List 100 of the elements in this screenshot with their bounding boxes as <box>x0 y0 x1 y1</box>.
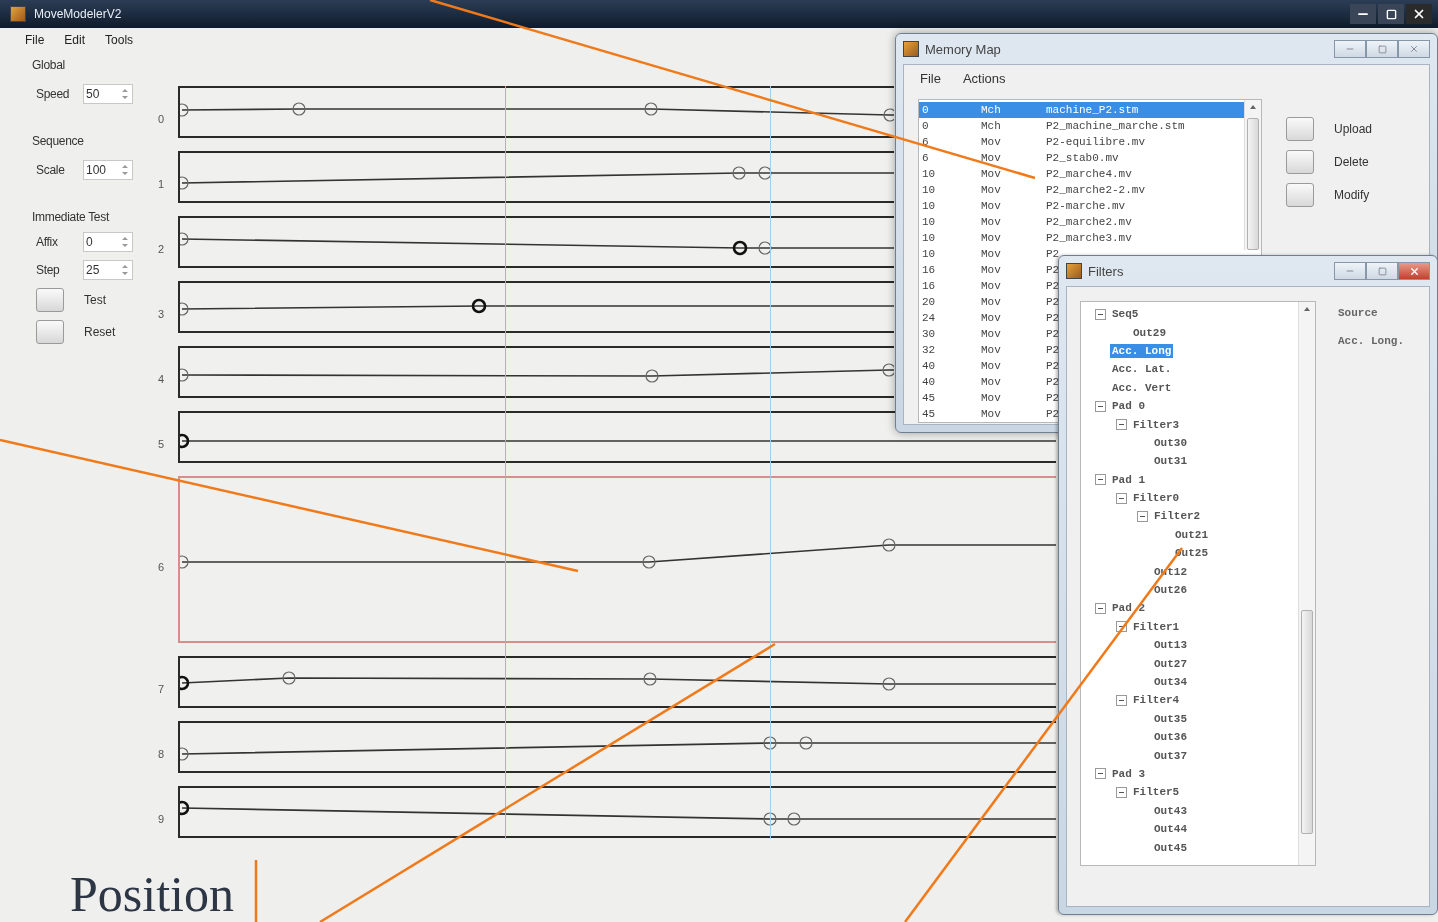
track-lane[interactable] <box>178 216 894 268</box>
action-button[interactable]: Reset <box>32 320 150 344</box>
track-lane[interactable] <box>178 346 894 398</box>
list-row[interactable]: 0 Mch P2_machine_marche.stm <box>919 118 1185 134</box>
list-cell-text: Mov <box>980 216 1002 228</box>
tree-item[interactable]: Out36 <box>1152 730 1189 745</box>
list-row[interactable]: 24 Mov P2 <box>919 310 1060 326</box>
list-row[interactable]: 10 Mov P2_marche2.mv <box>919 214 1132 230</box>
number-field[interactable]: 50 <box>83 84 133 104</box>
list-cell-text: Mov <box>980 280 1002 292</box>
list-cell-text: Mov <box>980 184 1002 196</box>
list-row[interactable]: 40 Mov P2 <box>919 358 1060 374</box>
track-lane[interactable] <box>178 476 1056 643</box>
collapse-icon[interactable] <box>1116 492 1127 504</box>
track-lane[interactable] <box>178 656 1056 708</box>
tree-item[interactable]: Filter1 <box>1131 619 1182 634</box>
action-button[interactable]: Upload <box>1282 117 1373 141</box>
close-icon[interactable] <box>1412 7 1426 21</box>
scrollbar[interactable] <box>1298 302 1315 865</box>
list-cell-text: 10 <box>921 200 937 212</box>
collapse-icon[interactable] <box>1116 786 1127 798</box>
action-button[interactable]: Modify <box>1282 183 1373 207</box>
list-row[interactable]: 40 Mov P2 <box>919 374 1060 390</box>
list-row[interactable]: 10 Mov P2_marche4.mv <box>919 166 1132 182</box>
list-row[interactable]: 6 Mov P2-equilibre.mv <box>919 134 1146 150</box>
tree-item[interactable]: Pad 1 <box>1110 472 1147 487</box>
tree-item[interactable]: Acc. Vert <box>1110 380 1174 395</box>
list-row[interactable]: 16 Mov P2 <box>919 278 1060 294</box>
collapse-icon[interactable] <box>1137 511 1148 522</box>
collapse-icon[interactable] <box>1116 694 1127 706</box>
track-lane[interactable] <box>178 786 1056 838</box>
tree-item[interactable]: Seq5 <box>1110 307 1141 322</box>
close-button[interactable] <box>1406 4 1432 24</box>
tree-item[interactable]: Out44 <box>1152 822 1189 837</box>
list-row[interactable]: 45 Mov P2 <box>919 390 1060 406</box>
maximize-button[interactable] <box>1378 4 1404 24</box>
track-lane[interactable] <box>178 411 1056 463</box>
collapse-icon[interactable] <box>1095 308 1106 320</box>
action-button[interactable]: Test <box>32 288 150 312</box>
tree-item[interactable]: Pad 3 <box>1110 766 1147 781</box>
collapse-icon[interactable] <box>1116 621 1127 633</box>
number-field[interactable]: 100 <box>83 160 133 180</box>
tree-item[interactable]: Pad 0 <box>1110 399 1147 414</box>
tree-item[interactable]: Out31 <box>1152 454 1189 469</box>
tree-item[interactable]: Out37 <box>1152 748 1189 763</box>
tree-item[interactable]: Filter2 <box>1152 509 1203 524</box>
list-row[interactable]: 32 Mov P2 <box>919 342 1060 358</box>
list-row[interactable]: 20 Mov P2 <box>919 294 1060 310</box>
tree-item[interactable]: Out21 <box>1173 527 1210 542</box>
list-row[interactable]: 16 Mov P2 <box>919 262 1060 278</box>
tree-item[interactable]: Acc. Lat. <box>1110 362 1174 377</box>
collapse-icon[interactable] <box>1095 768 1106 780</box>
tree-item[interactable]: Out27 <box>1152 656 1189 671</box>
tree-item[interactable]: Filter4 <box>1131 693 1182 708</box>
list-cell-text: Mch <box>980 104 1002 116</box>
tree-item[interactable]: Out30 <box>1152 435 1189 450</box>
menu-item[interactable]: File <box>25 33 45 47</box>
track-number: 8 <box>157 747 166 760</box>
list-cell-text: 6 <box>921 152 930 164</box>
tree-item[interactable]: Out26 <box>1152 583 1189 598</box>
tree-item[interactable]: Filter0 <box>1131 491 1182 506</box>
track-number: 3 <box>157 307 166 320</box>
scrollbar[interactable] <box>1244 100 1261 250</box>
list-cell-text: P2-marche.mv <box>1045 200 1126 212</box>
tree-item[interactable]: Out29 <box>1131 325 1168 340</box>
collapse-icon[interactable] <box>1116 419 1127 431</box>
track-lane[interactable] <box>178 86 894 138</box>
menu-item[interactable]: Actions <box>962 71 1006 93</box>
list-row[interactable]: 10 Mov P2 <box>919 246 1060 262</box>
list-row[interactable]: 10 Mov P2_marche2-2.mv <box>919 182 1146 198</box>
tree-item[interactable]: Out45 <box>1152 840 1189 855</box>
list-cell-text: 10 <box>921 232 937 244</box>
list-row[interactable]: 45 Mov P2 <box>919 406 1060 422</box>
tree-item[interactable]: Out35 <box>1152 711 1189 726</box>
minimize-button[interactable] <box>1350 4 1376 24</box>
tree-item[interactable]: Filter3 <box>1131 417 1182 432</box>
menu-item[interactable]: Tools <box>105 33 134 47</box>
menu-item[interactable]: File <box>920 71 941 93</box>
tree-item[interactable]: Filter5 <box>1131 785 1182 800</box>
list-cell-text: Mov <box>980 264 1002 276</box>
number-field[interactable]: 0 <box>83 232 133 252</box>
list-cell-text: Mov <box>980 136 1002 148</box>
collapse-icon[interactable] <box>1095 602 1106 614</box>
list-row[interactable]: 6 Mov P2_stab0.mv <box>919 150 1119 166</box>
number-field[interactable]: 25 <box>83 260 133 280</box>
track-lane[interactable] <box>178 151 894 203</box>
list-cell-text: 45 <box>921 392 937 404</box>
tree-item[interactable]: Out13 <box>1152 638 1189 653</box>
collapse-icon[interactable] <box>1095 474 1106 486</box>
menu-item[interactable]: Edit <box>64 33 86 47</box>
tree-item[interactable]: Out43 <box>1152 803 1189 818</box>
group-title: Sequence <box>32 134 85 148</box>
track-lane[interactable] <box>178 721 1056 773</box>
list-row[interactable]: 10 Mov P2-marche.mv <box>919 198 1126 214</box>
action-button[interactable]: Delete <box>1282 150 1373 174</box>
list-row[interactable]: 30 Mov P2 <box>919 326 1060 342</box>
collapse-icon[interactable] <box>1095 400 1106 412</box>
track-lane[interactable] <box>178 281 894 333</box>
list-row[interactable]: 10 Mov P2_marche3.mv <box>919 230 1132 246</box>
tree-item[interactable]: Out34 <box>1152 675 1189 689</box>
